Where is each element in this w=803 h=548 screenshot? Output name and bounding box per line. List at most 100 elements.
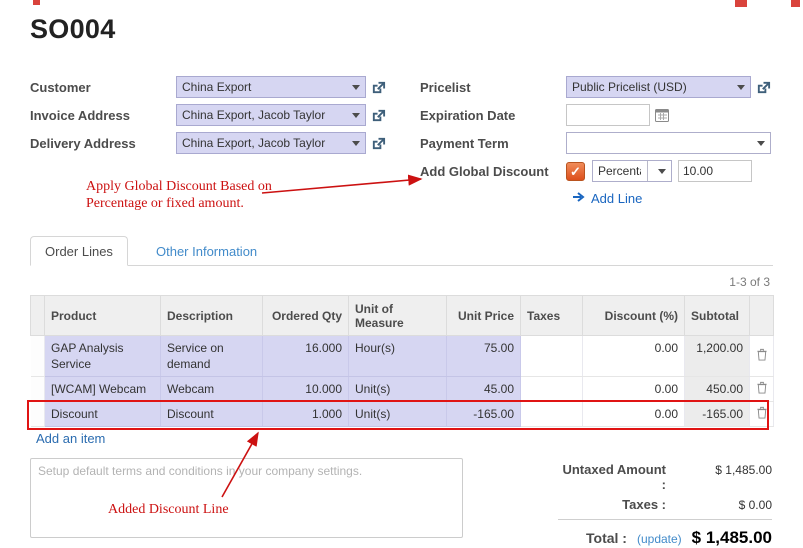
- cell-unit-price: 45.00: [447, 377, 521, 402]
- discount-type-value: Percentage: [598, 164, 641, 178]
- delivery-address-select[interactable]: China Export, Jacob Taylor: [176, 132, 366, 154]
- cell-discount: 0.00: [583, 402, 685, 427]
- field-pricelist: Pricelist Public Pricelist (USD): [420, 76, 785, 98]
- notebook-tabs: Order Lines Other Information: [30, 236, 773, 266]
- order-line-row[interactable]: GAP Analysis Service Service on demand 1…: [31, 336, 774, 377]
- invoice-address-label: Invoice Address: [30, 108, 176, 123]
- dropdown-caret-box: [647, 161, 666, 181]
- column-header-description: Description: [161, 296, 263, 336]
- top-red-mark: [33, 0, 40, 5]
- page-title: SO004: [30, 14, 116, 45]
- taxes-value: $ 0.00: [680, 498, 772, 512]
- update-total-link[interactable]: (update): [637, 532, 682, 546]
- cell-qty: 10.000: [263, 377, 349, 402]
- cell-description: Discount: [161, 402, 263, 427]
- pricelist-select[interactable]: Public Pricelist (USD): [566, 76, 751, 98]
- global-discount-checkbox[interactable]: [566, 162, 585, 181]
- customer-value: China Export: [182, 80, 347, 94]
- cell-subtotal: -165.00: [685, 402, 750, 427]
- chevron-down-icon: [658, 169, 666, 174]
- delete-row-icon[interactable]: [750, 377, 774, 402]
- annotation-line: Percentage or fixed amount.: [86, 195, 272, 212]
- cell-product: [WCAM] Webcam: [45, 377, 161, 402]
- annotation-added-discount-line: Added Discount Line: [108, 501, 229, 518]
- add-an-item-link[interactable]: Add an item: [36, 431, 105, 446]
- column-header-product: Product: [45, 296, 161, 336]
- chevron-down-icon: [737, 85, 745, 90]
- total-row: Total : (update) $ 1,485.00: [558, 528, 772, 548]
- customer-label: Customer: [30, 80, 176, 95]
- tab-order-lines[interactable]: Order Lines: [30, 236, 128, 266]
- chevron-down-icon: [352, 85, 360, 90]
- untaxed-amount-value: $ 1,485.00: [680, 463, 772, 477]
- cell-qty: 16.000: [263, 336, 349, 377]
- external-link-icon[interactable]: [371, 80, 386, 95]
- cell-taxes: [521, 336, 583, 377]
- expiration-date-label: Expiration Date: [420, 108, 566, 123]
- form-left-column: Customer China Export Invoice Address Ch…: [30, 76, 420, 160]
- cell-product: GAP Analysis Service: [45, 336, 161, 377]
- delivery-address-label: Delivery Address: [30, 136, 176, 151]
- external-link-icon[interactable]: [371, 108, 386, 123]
- arrow-right-icon: [572, 191, 586, 206]
- untaxed-amount-row: Untaxed Amount : $ 1,485.00: [558, 462, 772, 492]
- field-global-discount: Add Global Discount Percentage: [420, 160, 785, 182]
- cell-taxes: [521, 402, 583, 427]
- external-link-icon[interactable]: [756, 80, 771, 95]
- totals-separator: [558, 519, 772, 520]
- external-link-icon[interactable]: [371, 136, 386, 151]
- invoice-address-value: China Export, Jacob Taylor: [182, 108, 347, 122]
- field-invoice-address: Invoice Address China Export, Jacob Tayl…: [30, 104, 420, 126]
- calendar-icon[interactable]: [654, 107, 670, 123]
- delete-row-icon[interactable]: [750, 336, 774, 377]
- expiration-date-input[interactable]: [566, 104, 650, 126]
- discount-rate-input[interactable]: [678, 160, 752, 182]
- customer-select[interactable]: China Export: [176, 76, 366, 98]
- column-header-unit-of-measure: Unit of Measure: [349, 296, 447, 336]
- row-handle: [31, 377, 45, 402]
- total-value: $ 1,485.00: [682, 528, 772, 548]
- order-line-row[interactable]: [WCAM] Webcam Webcam 10.000 Unit(s) 45.0…: [31, 377, 774, 402]
- column-header-subtotal: Subtotal: [685, 296, 750, 336]
- field-expiration-date: Expiration Date: [420, 104, 785, 126]
- pager: 1-3 of 3: [729, 275, 770, 289]
- totals-panel: Untaxed Amount : $ 1,485.00 Taxes : $ 0.…: [558, 462, 772, 548]
- pricelist-label: Pricelist: [420, 80, 566, 95]
- tab-other-information[interactable]: Other Information: [142, 236, 271, 266]
- column-header-unit-price: Unit Price: [447, 296, 521, 336]
- discount-type-select[interactable]: Percentage: [592, 160, 672, 182]
- payment-term-select[interactable]: [566, 132, 771, 154]
- cell-discount: 0.00: [583, 377, 685, 402]
- cell-description: Webcam: [161, 377, 263, 402]
- chevron-down-icon: [352, 113, 360, 118]
- field-customer: Customer China Export: [30, 76, 420, 98]
- taxes-row: Taxes : $ 0.00: [558, 497, 772, 512]
- cell-description: Service on demand: [161, 336, 263, 377]
- delete-row-icon[interactable]: [750, 402, 774, 427]
- total-label: Total :: [586, 530, 627, 546]
- add-line-label: Add Line: [591, 191, 642, 206]
- order-line-row-discount[interactable]: Discount Discount 1.000 Unit(s) -165.00 …: [31, 402, 774, 427]
- chevron-down-icon: [757, 141, 765, 146]
- annotation-line: Apply Global Discount Based on: [86, 178, 272, 195]
- top-red-mark: [735, 0, 747, 7]
- column-header-discount: Discount (%): [583, 296, 685, 336]
- cell-subtotal: 450.00: [685, 377, 750, 402]
- taxes-label: Taxes :: [558, 497, 680, 512]
- column-header-taxes: Taxes: [521, 296, 583, 336]
- payment-term-label: Payment Term: [420, 136, 566, 151]
- row-handle: [31, 336, 45, 377]
- terms-conditions-textarea[interactable]: [30, 458, 463, 538]
- cell-product: Discount: [45, 402, 161, 427]
- invoice-address-select[interactable]: China Export, Jacob Taylor: [176, 104, 366, 126]
- field-delivery-address: Delivery Address China Export, Jacob Tay…: [30, 132, 420, 154]
- table-header-row: Product Description Ordered Qty Unit of …: [31, 296, 774, 336]
- add-line-button[interactable]: Add Line: [572, 191, 642, 206]
- pricelist-value: Public Pricelist (USD): [572, 80, 732, 94]
- delete-column-header: [750, 296, 774, 336]
- untaxed-amount-label: Untaxed Amount :: [558, 462, 680, 492]
- row-handle: [31, 402, 45, 427]
- cell-qty: 1.000: [263, 402, 349, 427]
- global-discount-label: Add Global Discount: [420, 164, 566, 179]
- cell-subtotal: 1,200.00: [685, 336, 750, 377]
